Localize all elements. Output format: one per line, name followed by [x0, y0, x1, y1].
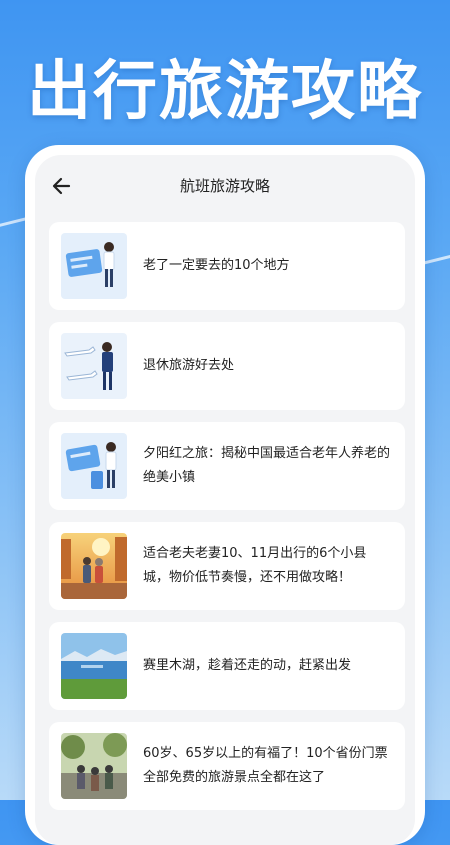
article-card[interactable]: 60岁、65岁以上的有福了！10个省份门票全部免费的旅游景点全都在这了 [49, 722, 405, 810]
article-thumbnail [61, 433, 127, 499]
article-title: 退休旅游好去处 [143, 358, 235, 373]
article-thumbnail [61, 333, 127, 399]
phone-frame: 航班旅游攻略 老了一定要去的10个地方 退休旅游好去处 夕阳红之旅：揭秘中国最适… [25, 145, 425, 845]
article-title: 赛里木湖，趁着还走的动，赶紧出发 [143, 658, 352, 673]
article-card[interactable]: 适合老夫老妻10、11月出行的6个小县城，物价低节奏慢，还不用做攻略！ [49, 522, 405, 610]
article-card[interactable]: 赛里木湖，趁着还走的动，赶紧出发 [49, 622, 405, 710]
article-card[interactable]: 老了一定要去的10个地方 [49, 222, 405, 310]
article-title: 60岁、65岁以上的有福了！10个省份门票全部免费的旅游景点全都在这了 [143, 746, 388, 785]
article-thumbnail [61, 633, 127, 699]
article-card[interactable]: 退休旅游好去处 [49, 322, 405, 410]
article-card[interactable]: 夕阳红之旅：揭秘中国最适合老年人养老的绝美小镇 [49, 422, 405, 510]
article-title: 老了一定要去的10个地方 [143, 258, 290, 273]
app-screen: 航班旅游攻略 老了一定要去的10个地方 退休旅游好去处 夕阳红之旅：揭秘中国最适… [35, 155, 415, 845]
article-list: 老了一定要去的10个地方 退休旅游好去处 夕阳红之旅：揭秘中国最适合老年人养老的… [49, 222, 405, 822]
article-thumbnail [61, 533, 127, 599]
article-title: 适合老夫老妻10、11月出行的6个小县城，物价低节奏慢，还不用做攻略！ [143, 546, 367, 585]
article-title: 夕阳红之旅：揭秘中国最适合老年人养老的绝美小镇 [143, 446, 391, 485]
page-title: 航班旅游攻略 [179, 177, 270, 195]
article-thumbnail [61, 233, 127, 299]
header-bar: 航班旅游攻略 [35, 155, 415, 215]
article-thumbnail [61, 733, 127, 799]
hero-title: 出行旅游攻略 [27, 55, 423, 129]
